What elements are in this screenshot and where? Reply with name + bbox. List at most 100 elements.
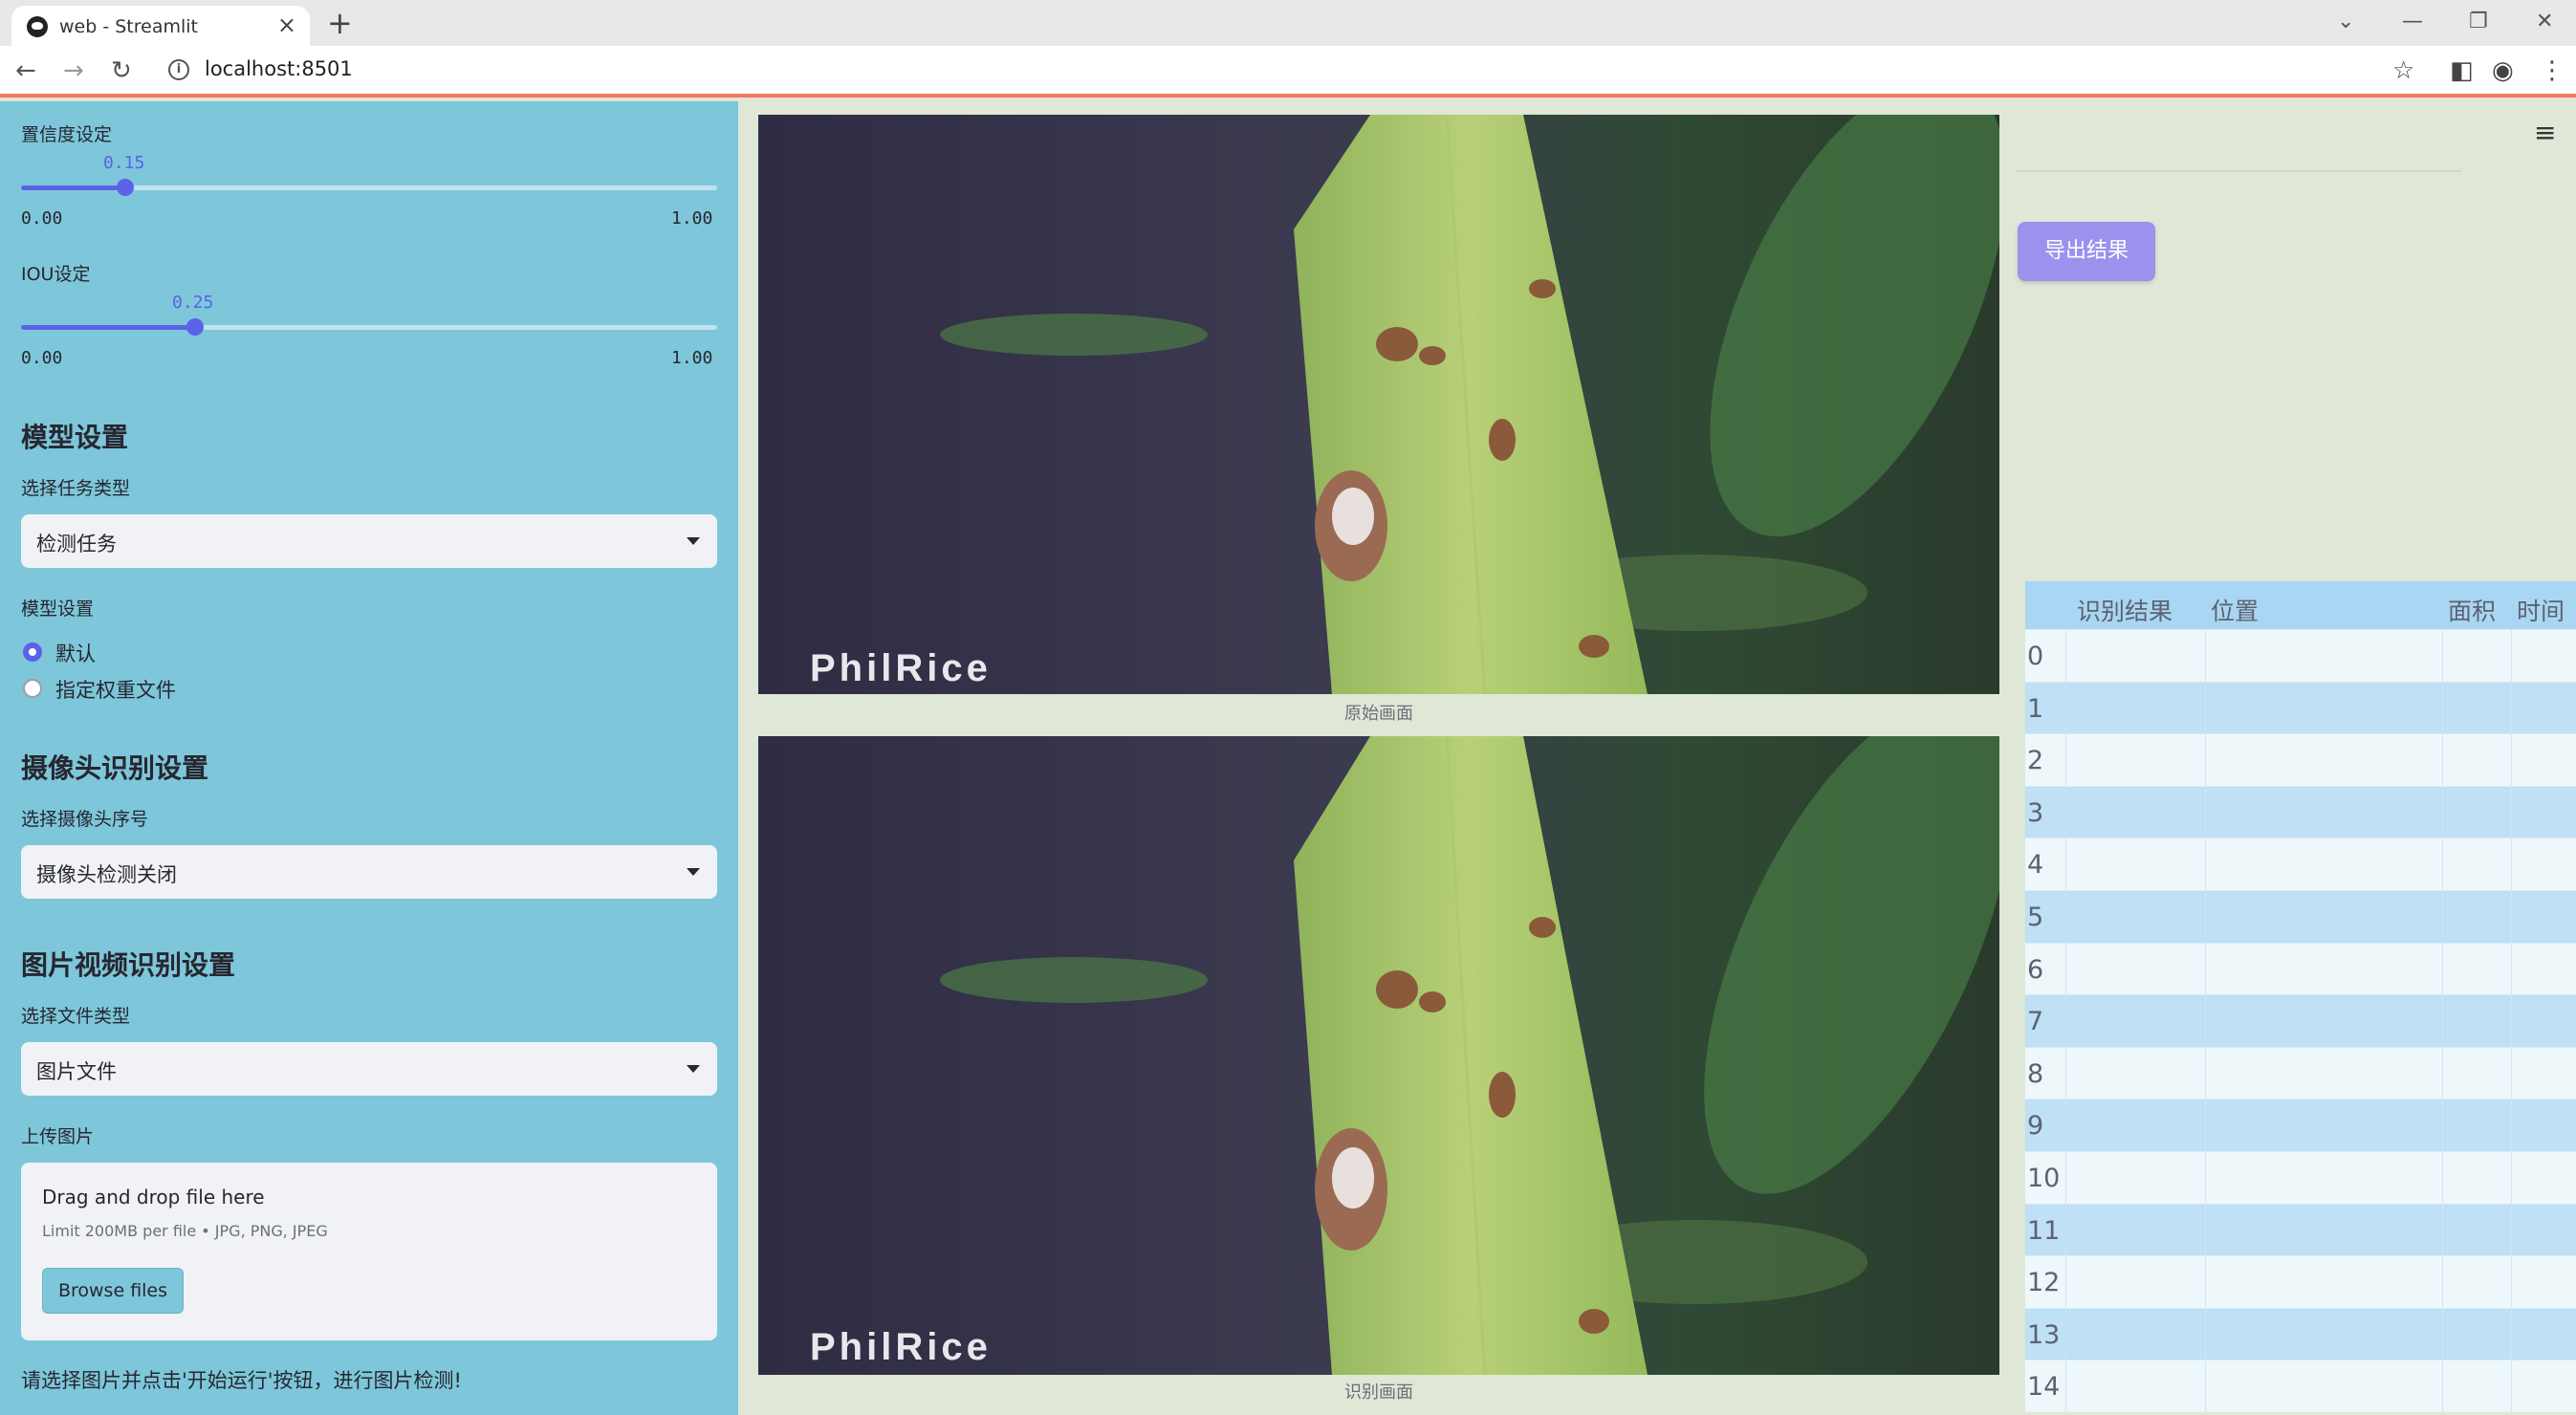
- column-header-result[interactable]: 识别结果: [2077, 593, 2172, 627]
- column-separator: [2065, 838, 2066, 890]
- side-panel-icon[interactable]: ◧: [2450, 54, 2474, 88]
- bookmark-star-icon[interactable]: ☆: [2392, 54, 2414, 88]
- column-separator: [2442, 630, 2443, 682]
- leaf-photo-result: PhilRice: [758, 736, 1999, 1375]
- camera-value: 摄像头检测关闭: [36, 863, 177, 886]
- iou-slider-thumb[interactable]: [186, 318, 204, 336]
- confidence-value: 0.15: [103, 153, 145, 173]
- table-row[interactable]: 3: [2025, 785, 2576, 838]
- forward-icon[interactable]: →: [63, 54, 84, 87]
- table-row[interactable]: 2: [2025, 733, 2576, 786]
- table-row[interactable]: 9: [2025, 1099, 2576, 1151]
- column-separator: [2442, 734, 2443, 786]
- row-index: 4: [2027, 850, 2044, 881]
- column-separator: [2511, 1047, 2512, 1099]
- column-separator: [2442, 682, 2443, 734]
- file-type-select[interactable]: 图片文件: [21, 1042, 717, 1096]
- task-type-select[interactable]: 检测任务: [21, 514, 717, 568]
- task-type-label: 选择任务类型: [21, 478, 131, 499]
- site-info-icon[interactable]: i: [168, 59, 189, 80]
- camera-select[interactable]: 摄像头检测关闭: [21, 845, 717, 899]
- minimize-icon[interactable]: —: [2402, 6, 2423, 38]
- restore-icon[interactable]: ❐: [2469, 6, 2488, 38]
- table-body: 0 1 2 3 4 5 6 7 8 9 10 11 12 13 14: [2025, 629, 2576, 1412]
- watermark-result: PhilRice: [810, 1326, 992, 1368]
- table-row[interactable]: 4: [2025, 838, 2576, 890]
- table-row[interactable]: 8: [2025, 1046, 2576, 1099]
- radio-custom-weights-label[interactable]: 指定权重文件: [55, 675, 176, 704]
- column-separator: [2205, 682, 2206, 734]
- chevron-down-icon: [687, 537, 700, 545]
- table-row[interactable]: 6: [2025, 942, 2576, 995]
- confidence-slider[interactable]: [21, 179, 717, 196]
- upload-limit-text: Limit 200MB per file • JPG, PNG, JPEG: [42, 1222, 328, 1240]
- browser-tab-bar: web - Streamlit × + ⌄ — ❐ ✕: [0, 0, 2576, 46]
- camera-settings-heading: 摄像头识别设置: [21, 752, 209, 784]
- column-separator: [2065, 1256, 2066, 1308]
- column-header-position[interactable]: 位置: [2211, 593, 2259, 627]
- column-separator: [2511, 1204, 2512, 1256]
- row-index: 13: [2027, 1319, 2061, 1350]
- column-separator: [2511, 838, 2512, 890]
- column-separator: [2511, 786, 2512, 838]
- column-separator: [2205, 943, 2206, 995]
- chevron-down-icon: [687, 868, 700, 876]
- url-field[interactable]: localhost:8501: [205, 57, 353, 80]
- tab-search-icon[interactable]: ⌄: [2337, 6, 2354, 38]
- close-window-icon[interactable]: ✕: [2536, 6, 2553, 38]
- confidence-slider-thumb[interactable]: [117, 179, 135, 196]
- column-separator: [2442, 786, 2443, 838]
- hamburger-menu-icon[interactable]: ≡: [2534, 117, 2556, 148]
- row-index: 14: [2027, 1372, 2061, 1403]
- radio-default-label[interactable]: 默认: [55, 639, 96, 667]
- column-separator: [2205, 1256, 2206, 1308]
- new-tab-icon[interactable]: +: [327, 4, 353, 42]
- column-separator: [2065, 943, 2066, 995]
- column-separator: [2065, 1204, 2066, 1256]
- radio-default[interactable]: [23, 642, 42, 662]
- column-separator: [2205, 1047, 2206, 1099]
- back-icon[interactable]: ←: [15, 54, 36, 87]
- row-index: 2: [2027, 746, 2044, 776]
- row-index: 1: [2027, 693, 2044, 724]
- table-row[interactable]: 14: [2025, 1360, 2576, 1412]
- address-bar: ← → ↻ i localhost:8501 ☆ ◧ ◉ ⋮: [0, 46, 2576, 98]
- results-table[interactable]: 识别结果 位置 面积 时间 0 1 2 3 4 5 6 7 8 9 10 11 12 13 14: [2025, 581, 2576, 1412]
- browser-tab[interactable]: web - Streamlit ×: [11, 6, 310, 46]
- table-row[interactable]: 7: [2025, 994, 2576, 1047]
- table-row[interactable]: 13: [2025, 1307, 2576, 1361]
- column-separator: [2511, 630, 2512, 682]
- row-index: 8: [2027, 1058, 2044, 1089]
- drop-zone-text: Drag and drop file here: [42, 1186, 265, 1208]
- column-header-time[interactable]: 时间: [2517, 593, 2565, 627]
- column-separator: [2442, 890, 2443, 943]
- iou-value: 0.25: [172, 293, 214, 313]
- table-row[interactable]: 11: [2025, 1203, 2576, 1256]
- column-separator: [2511, 1151, 2512, 1204]
- table-row[interactable]: 0: [2025, 629, 2576, 682]
- column-separator: [2065, 1047, 2066, 1099]
- export-results-button[interactable]: 导出结果: [2018, 222, 2155, 281]
- row-index: 6: [2027, 954, 2044, 985]
- iou-slider[interactable]: [21, 318, 717, 336]
- file-type-value: 图片文件: [36, 1060, 117, 1083]
- table-row[interactable]: 10: [2025, 1150, 2576, 1204]
- radio-custom-weights[interactable]: [23, 679, 42, 698]
- file-uploader[interactable]: Drag and drop file here Limit 200MB per …: [21, 1163, 717, 1340]
- table-header: 识别结果 位置 面积 时间: [2025, 581, 2576, 629]
- task-type-value: 检测任务: [36, 533, 117, 555]
- camera-index-label: 选择摄像头序号: [21, 809, 149, 830]
- table-row[interactable]: 12: [2025, 1255, 2576, 1308]
- iou-max: 1.00: [671, 348, 713, 368]
- table-row[interactable]: 5: [2025, 889, 2576, 943]
- profile-avatar-icon[interactable]: ◉: [2492, 54, 2514, 88]
- browse-files-button[interactable]: Browse files: [42, 1268, 184, 1314]
- close-tab-icon[interactable]: ×: [277, 11, 296, 38]
- table-row[interactable]: 1: [2025, 681, 2576, 734]
- column-separator: [2205, 786, 2206, 838]
- original-image: PhilRice: [758, 115, 1999, 694]
- column-separator: [2442, 1099, 2443, 1151]
- browser-menu-icon[interactable]: ⋮: [2540, 54, 2565, 88]
- reload-icon[interactable]: ↻: [111, 54, 132, 87]
- column-header-area[interactable]: 面积: [2448, 593, 2496, 627]
